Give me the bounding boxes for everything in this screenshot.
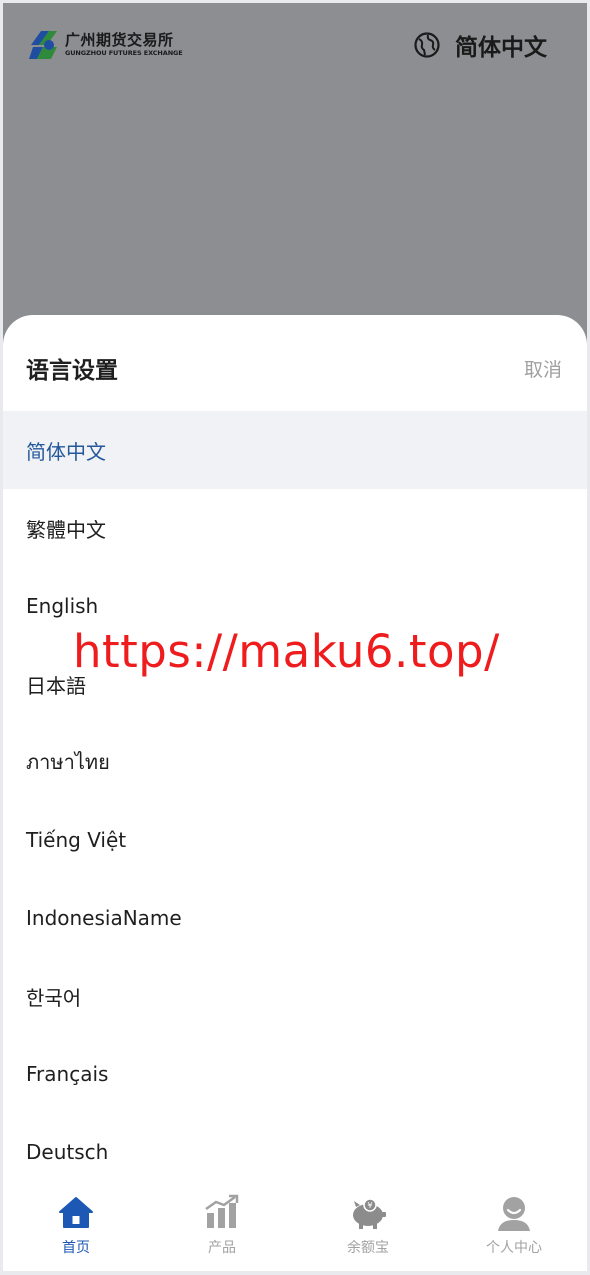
logo-chinese-name: 广州期货交易所: [65, 31, 174, 50]
sheet-title: 语言设置: [26, 358, 118, 384]
home-icon: [59, 1197, 93, 1228]
piggy-bank-icon: ¥: [353, 1198, 386, 1229]
nav-label-balance: 余额宝: [347, 1240, 389, 1256]
nav-label-products: 产品: [208, 1240, 236, 1256]
current-language-label: 简体中文: [455, 35, 547, 61]
logo-mark-icon: [29, 31, 57, 59]
language-sheet: 语言设置 取消 简体中文 繁體中文 English 日本語 ภาษาไทย Ti…: [3, 315, 587, 1271]
language-option-zh-hant[interactable]: 繁體中文: [3, 489, 587, 567]
sheet-header: 语言设置 取消: [3, 315, 587, 411]
globe-icon: [414, 32, 440, 58]
user-icon: [498, 1197, 530, 1231]
bottom-nav: 首页 产品 ¥ 余额宝 个人中心: [3, 1179, 587, 1271]
language-list: 简体中文 繁體中文 English 日本語 ภาษาไทย Tiếng Việt…: [3, 411, 587, 1191]
svg-text:¥: ¥: [367, 1201, 372, 1210]
nav-item-profile[interactable]: 个人中心: [441, 1179, 587, 1271]
nav-item-home[interactable]: 首页: [3, 1179, 149, 1271]
exchange-logo[interactable]: 广州期货交易所 GUNGZHOU FUTURES EXCHANGE: [27, 25, 187, 65]
nav-label-home: 首页: [62, 1240, 90, 1256]
watermark-url: https://maku6.top/: [73, 625, 500, 678]
chart-icon: [205, 1194, 239, 1228]
language-option-zh-hans[interactable]: 简体中文: [3, 411, 587, 489]
nav-item-balance[interactable]: ¥ 余额宝: [295, 1179, 441, 1271]
app-frame: 广州期货交易所 GUNGZHOU FUTURES EXCHANGE 简体中文 语…: [3, 3, 587, 1271]
language-switch[interactable]: 简体中文: [413, 27, 547, 63]
cancel-button[interactable]: 取消: [524, 355, 562, 382]
language-option-vi[interactable]: Tiếng Việt: [3, 801, 587, 879]
nav-item-products[interactable]: 产品: [149, 1179, 295, 1271]
language-option-fr[interactable]: Français: [3, 1035, 587, 1113]
language-option-ko[interactable]: 한국어: [3, 957, 587, 1035]
language-option-th[interactable]: ภาษาไทย: [3, 723, 587, 801]
logo-english-name: GUNGZHOU FUTURES EXCHANGE: [65, 49, 183, 58]
language-option-id[interactable]: IndonesiaName: [3, 879, 587, 957]
nav-label-profile: 个人中心: [486, 1240, 542, 1256]
